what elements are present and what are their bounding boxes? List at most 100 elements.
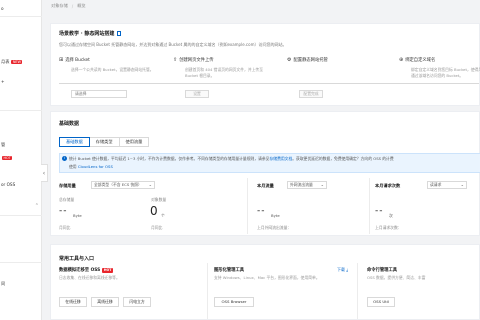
- sidebar-item-label: +: [1, 78, 5, 84]
- gui-tool-name: 图形化管理工具: [214, 268, 245, 273]
- chevron-down-icon: ⌄: [460, 182, 464, 187]
- step-title: 创建网页文件上传: [179, 58, 214, 63]
- globe-icon: ⊕: [399, 57, 404, 63]
- bucket-select-placeholder: 请选择: [75, 91, 87, 96]
- notice-line-2: 使用 CloudLens for OSS: [69, 164, 113, 170]
- chevron-down-icon: ⌄: [148, 182, 152, 187]
- migration-tool-desc: 日志收集、在线迁移和离线迁移等。: [59, 275, 120, 280]
- configure-done-button[interactable]: 配置完成: [299, 90, 323, 98]
- sidebar-item-label: 月表: [1, 59, 10, 64]
- online-migration-button[interactable]: 在线迁移: [59, 297, 87, 307]
- storage-fee-doc-link[interactable]: 存储费用文档: [269, 156, 292, 161]
- bucket-select[interactable]: 请选择: [71, 90, 127, 98]
- bucket-icon: ⊞: [59, 57, 64, 63]
- step-bind-domain: ⊕ 绑定自定义域名 绑定自定义域名到您目标 Bucket，使得用户通过该域名访问您…: [399, 57, 480, 79]
- monthly-requests-heading: 本月请求次数: [375, 183, 401, 188]
- tab-traffic-usage[interactable]: 使用流量: [118, 137, 150, 147]
- common-tools-card: 常用工具与入口 数据模拟迁移至 OSS HOT 日志收集、在线迁移和离线迁移等。 …: [50, 244, 480, 320]
- upload-icon: ⇪: [173, 57, 178, 63]
- cloudlens-link[interactable]: CloudLens for OSS: [78, 164, 113, 169]
- sidebar-collapse-button[interactable]: ‹: [41, 164, 48, 182]
- sidebar-item-add[interactable]: +: [0, 77, 42, 85]
- total-storage-unit: Byte: [73, 213, 82, 218]
- tab-basic-data[interactable]: 基础数据: [59, 137, 90, 147]
- gui-tool-desc: 支持 Windows、Linux、Mac 平台，图形化界面，使用简单。: [214, 275, 320, 280]
- sidebar-item-manage[interactable]: 管: [0, 141, 42, 149]
- oss-util-button[interactable]: OSS Util: [367, 297, 395, 307]
- new-badge: NEW: [11, 59, 23, 65]
- requests-unit: 次: [389, 213, 393, 218]
- notice-text: 统计 Bucket 使计数据，平均延迟 1~3 小时，不作为计费数据，仅作参考。…: [69, 156, 270, 161]
- tab-storage-type[interactable]: 存储类型: [88, 137, 120, 147]
- breadcrumb-item-overview: 概览: [77, 3, 86, 8]
- sidebar-divider: [0, 110, 42, 111]
- guide-description: 您可以通过存储空间 Bucket 托管静态网站，并达到对象通过 Bucket 属…: [59, 42, 287, 47]
- step-description: 选择一个公共读的 Bucket，设置静态网站托管。: [71, 67, 154, 72]
- step-title: 绑定自定义域名: [405, 58, 436, 63]
- traffic-unit: Byte: [271, 213, 280, 218]
- last-month-requests-label: 上月请求次数：: [375, 225, 402, 230]
- object-count-label: 对象数量: [151, 197, 167, 202]
- basic-data-tabs: 基础数据 存储类型 使用流量: [59, 137, 150, 147]
- sidebar-item-hot[interactable]: HOT: [0, 154, 42, 162]
- sidebar-item-group[interactable]: ⌃: [0, 202, 42, 210]
- oss-browser-button[interactable]: OSS Browser: [214, 297, 254, 307]
- download-link[interactable]: 下载 ⤓: [337, 267, 348, 273]
- notice-line-1: 统计 Bucket 使计数据，平均延迟 1~3 小时，不作为计费数据，仅作参考。…: [69, 156, 394, 162]
- step-select-bucket: ⊞ 选择 Bucket 选择一个公共读的 Bucket，设置静态网站托管。: [59, 57, 154, 73]
- button-label: 配置完成: [303, 91, 319, 96]
- download-icon: ⤓: [346, 267, 349, 272]
- step-upload-files: ⇪ 创建网页文件上传 创建首页和 404 错误页的网页文件，并上传至 Bucket…: [173, 57, 263, 79]
- upload-settings-button[interactable]: 设置: [185, 90, 209, 98]
- step-title: 配置静态网站托管: [293, 58, 328, 63]
- stat-divider: [369, 178, 370, 234]
- chevron-up-icon: ⌃: [34, 203, 39, 209]
- cli-tool-desc: OSS 数据，提供方便、简洁、丰富: [367, 275, 426, 280]
- document-icon[interactable]: [117, 31, 122, 36]
- requests-value: --: [375, 206, 384, 216]
- sidebar-item-0[interactable]: o: [0, 4, 42, 12]
- sidebar-item-label: 管: [1, 142, 6, 147]
- monthly-traffic-heading: 本月流量: [257, 183, 274, 188]
- request-type-select[interactable]: 读请求 ⌄: [427, 181, 467, 189]
- guide-title-text: 场景教学 · 静态网站搭建: [59, 31, 115, 37]
- lightning-cube-button[interactable]: 闪电立方: [123, 297, 151, 307]
- breadcrumb-item-object-storage[interactable]: 对象存储: [51, 3, 68, 9]
- tool-name-text: 数据模拟迁移至 OSS: [59, 268, 101, 273]
- tool-divider: [207, 263, 208, 319]
- sidebar-item-oss[interactable]: or OSS: [0, 180, 42, 188]
- select-value: 全部类型（不含 ECS 快照）: [94, 182, 142, 187]
- download-link-text: 下载: [337, 267, 345, 272]
- step-title: 选择 Bucket: [65, 58, 90, 63]
- object-count-unit: 个: [161, 213, 165, 218]
- basic-data-card: 基础数据 基础数据 存储类型 使用流量 i 统计 Bucket 使计数据，平均延…: [50, 111, 480, 236]
- sidebar-item-label: 同: [1, 281, 6, 286]
- chevron-left-icon: ‹: [42, 169, 46, 177]
- step-configure-hosting: ⚙ 配置静态网站托管: [287, 57, 377, 63]
- migration-tool-name: 数据模拟迁移至 OSS HOT: [59, 267, 114, 273]
- count-mom-label: 月同比: [151, 225, 163, 230]
- offline-migration-button[interactable]: 离线迁移: [91, 297, 119, 307]
- traffic-type-select[interactable]: 外网流出流量 ⌄: [287, 181, 327, 189]
- hot-badge: HOT: [2, 155, 13, 161]
- breadcrumb-separator: /: [71, 3, 74, 9]
- breadcrumb: 对象存储 / 概览: [48, 0, 480, 12]
- hot-badge: HOT: [102, 268, 114, 273]
- cli-tool-name: 命令行管理工具: [367, 268, 398, 273]
- static-site-guide-card: 场景教学 · 静态网站搭建 您可以通过存储空间 Bucket 托管静态网站，并达…: [50, 23, 480, 106]
- storage-type-select[interactable]: 全部类型（不含 ECS 快照） ⌄: [91, 181, 155, 189]
- chevron-down-icon: ⌄: [320, 182, 324, 187]
- guide-title: 场景教学 · 静态网站搭建: [59, 30, 122, 37]
- notice-text-tail: 。获取更优延迟的数据，免费使用确定？方向的 OSS 的计费: [292, 156, 394, 161]
- total-storage-value: --: [59, 206, 68, 216]
- notice-text: 使用: [69, 164, 77, 169]
- select-value: 读请求: [430, 182, 442, 187]
- object-count-value: 0: [150, 204, 158, 218]
- sidebar-item-monthly-report[interactable]: 月表 NEW: [0, 58, 42, 66]
- sidebar-item-sync[interactable]: 同: [0, 280, 42, 288]
- tools-title: 常用工具与入口: [59, 256, 95, 262]
- sidebar-divider: [0, 262, 42, 263]
- info-notice: i 统计 Bucket 使计数据，平均延迟 1~3 小时，不作为计费数据，仅作参…: [59, 153, 480, 173]
- step-description: 绑定自定义域名到您目标 Bucket，使得用户通过该域名访问您的 Bucket。: [411, 67, 480, 78]
- stat-divider: [247, 178, 248, 234]
